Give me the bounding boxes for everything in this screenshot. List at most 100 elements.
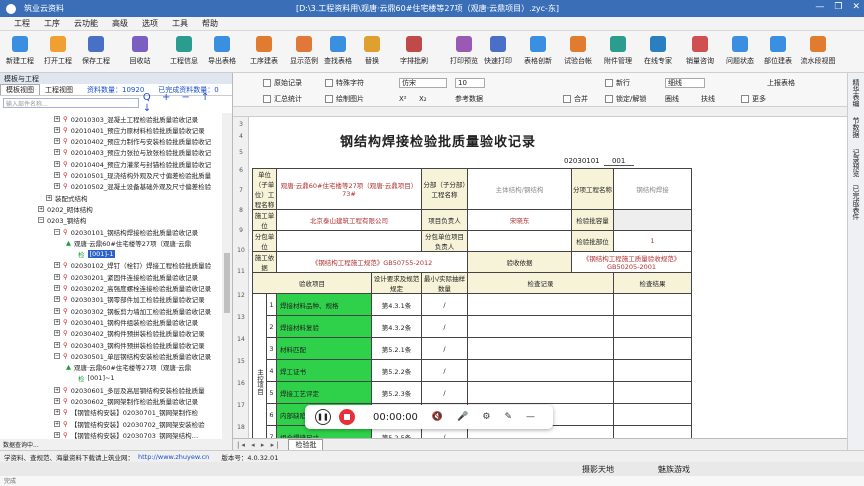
item-sample[interactable]: / xyxy=(421,359,468,382)
sub-pm-value[interactable] xyxy=(467,230,572,252)
toolbar-button-2[interactable]: 保存工程 xyxy=(78,34,114,66)
toolbar-button-6[interactable]: 工序建表 xyxy=(246,34,282,66)
toolbar-button-4[interactable]: 工程信息 xyxy=(166,34,202,66)
expand-toggle-icon[interactable]: + xyxy=(54,115,60,122)
tree-node[interactable]: + ⚲ 02010403_预应力张拉与放张检验批质量验收记 xyxy=(54,147,211,158)
expand-toggle-icon[interactable]: + xyxy=(54,330,60,337)
expand-toggle-icon[interactable]: + xyxy=(54,318,60,325)
item-sample[interactable]: / xyxy=(421,337,468,360)
expand-toggle-icon[interactable]: + xyxy=(54,285,60,291)
pause-icon[interactable]: ❚❚ xyxy=(315,409,331,425)
summary-stats-button[interactable]: 汇总统计 xyxy=(263,93,302,104)
special-char-button[interactable]: 特殊字符 xyxy=(325,77,364,88)
spreadsheet-area[interactable]: 3 4 5 6 7 8 9 10 11 12 13 14 15 16 17 18 钢结构焊接检验批质量验收记录… xyxy=(233,107,847,438)
item-sample[interactable]: / xyxy=(421,293,468,316)
mute-icon[interactable]: 🔇 xyxy=(432,412,443,422)
tree-node[interactable]: + ⚲ 【钢管结构安装】02030702_钢网架安装检验 xyxy=(54,418,205,429)
search-input[interactable]: 输入部件名称... xyxy=(3,97,139,108)
tree-scrollbar[interactable] xyxy=(222,113,232,445)
tree-node[interactable]: + 装配式结构 xyxy=(46,192,88,203)
item-number[interactable]: 2 xyxy=(266,315,277,338)
toolbar-button-15[interactable]: 附件管理 xyxy=(600,34,636,66)
status-url-link[interactable]: http://www.zhuyew.cn xyxy=(138,453,209,461)
item-number[interactable]: 7 xyxy=(266,425,277,438)
tree-node[interactable]: + ⚲ 02010502_混凝土设备基础外观及尺寸偏差检验 xyxy=(54,181,211,192)
tree-node[interactable]: + ⚲ 02030403_钢构件预拼装检验批质量验收记录 xyxy=(54,339,205,350)
capacity-value[interactable] xyxy=(613,209,692,231)
item-check-result[interactable] xyxy=(613,381,692,404)
strike-line-button[interactable]: 扶线 xyxy=(701,93,715,104)
item-spec[interactable]: 第4.3.1条 xyxy=(371,293,422,316)
expand-toggle-icon[interactable]: − xyxy=(54,352,60,359)
stop-icon[interactable] xyxy=(339,409,355,425)
toolbar-button-12[interactable]: 快速打印 xyxy=(480,34,516,66)
item-check-record[interactable] xyxy=(467,293,614,316)
toolbar-button-7[interactable]: 显示范例 xyxy=(286,34,322,66)
toolbar-button-18[interactable]: 问题状态 xyxy=(722,34,758,66)
item-check-record[interactable] xyxy=(467,315,614,338)
circle-line-button[interactable]: 圈线 xyxy=(665,93,679,104)
item-name[interactable]: 焊接材料复验 xyxy=(276,315,372,338)
tab-template-view[interactable]: 模板视图 xyxy=(0,84,40,95)
minimize-icon[interactable]: — xyxy=(815,2,824,12)
tree-node[interactable]: + ⚲ 02010401_预应力原材料检验批质量验收记录 xyxy=(54,124,205,135)
item-check-record[interactable] xyxy=(467,337,614,360)
toolbar-button-3[interactable]: 回收站 xyxy=(122,34,158,66)
item-value[interactable]: 钢结构焊接 xyxy=(613,168,692,210)
lock-unlock-button[interactable]: 锁定/解锁 xyxy=(605,93,646,104)
tree-node[interactable]: + ⚲ 02030602_钢网架制作检验批质量验收记录 xyxy=(54,396,198,407)
tree-node[interactable]: +0202_砌体结构 xyxy=(38,203,93,214)
tree-node[interactable]: + ⚲ 02030202_高强度螺栓连接检验批质量验收记录 xyxy=(54,283,211,294)
expand-toggle-icon[interactable]: + xyxy=(46,194,52,201)
expand-toggle-icon[interactable]: + xyxy=(54,149,60,156)
tree-node[interactable]: 检 [001]~1 xyxy=(78,373,115,384)
draw-picture-button[interactable]: 绘制图片 xyxy=(325,93,364,104)
item-number[interactable]: 4 xyxy=(266,359,277,382)
expand-toggle-icon[interactable]: + xyxy=(54,138,60,145)
basis-value[interactable]: 《钢结构工程施工规范》GB50755-2012 xyxy=(276,251,468,273)
pen-icon[interactable]: ✎ xyxy=(504,412,512,422)
menu-project[interactable]: 工程 xyxy=(14,18,30,29)
tree-action-buttons[interactable]: Q + − ↑ ↓ xyxy=(143,92,229,114)
minimize-recorder-icon[interactable]: — xyxy=(526,412,535,422)
expand-toggle-icon[interactable]: + xyxy=(54,126,60,133)
expand-toggle-icon[interactable]: + xyxy=(38,205,44,212)
construction-unit-value[interactable]: 北京泰山建筑工程有限公司 xyxy=(276,209,422,231)
expand-toggle-icon[interactable]: − xyxy=(54,228,60,235)
subcontract-value[interactable] xyxy=(276,230,422,252)
font-size-select[interactable]: 10 xyxy=(455,77,485,88)
menu-cloud[interactable]: 云功能 xyxy=(74,18,98,29)
expand-toggle-icon[interactable]: + xyxy=(54,183,60,190)
expand-toggle-icon[interactable]: − xyxy=(38,217,44,224)
expand-toggle-icon[interactable]: + xyxy=(54,341,60,348)
item-number[interactable]: 3 xyxy=(266,337,277,360)
item-spec[interactable]: 第4.3.2条 xyxy=(371,315,422,338)
tree-node[interactable]: + ⚲ 02030102_焊钉（栓钉）焊接工程检验批质量验 xyxy=(54,260,211,271)
menu-options[interactable]: 选项 xyxy=(142,18,158,29)
toolbar-button-8[interactable]: 查找表格 xyxy=(320,34,356,66)
menu-process[interactable]: 工序 xyxy=(44,18,60,29)
tree-node[interactable]: + ⚲ 02030401_钢构件组装检验批质量验收记录 xyxy=(54,316,198,327)
item-spec[interactable]: 第5.2.1条 xyxy=(371,337,422,360)
toolbar-button-13[interactable]: 表格创新 xyxy=(520,34,556,66)
expand-toggle-icon[interactable]: + xyxy=(54,398,60,404)
expand-toggle-icon[interactable]: + xyxy=(54,431,60,438)
item-spec[interactable]: 第5.2.2条 xyxy=(371,359,422,382)
toolbar-button-14[interactable]: 试验台帐 xyxy=(560,34,596,66)
taskbar-item-photo[interactable]: 摄影天地 xyxy=(582,464,614,475)
item-check-result[interactable] xyxy=(613,425,692,438)
item-number[interactable]: 5 xyxy=(266,381,277,404)
toolbar-button-17[interactable]: 销量咨询 xyxy=(682,34,718,66)
settings-icon[interactable]: ⚙ xyxy=(482,412,490,422)
item-name[interactable]: 焊工证书 xyxy=(276,359,372,382)
toolbar-button-11[interactable]: 打印预览 xyxy=(446,34,482,66)
expand-toggle-icon[interactable]: + xyxy=(54,307,60,314)
report-table-button[interactable]: 上报表格 xyxy=(767,77,795,88)
tree-node[interactable]: 检 [001]-1 xyxy=(78,249,116,260)
item-sample[interactable]: / xyxy=(421,315,468,338)
expand-toggle-icon[interactable]: + xyxy=(54,172,60,178)
close-icon[interactable]: ✕ xyxy=(852,2,860,12)
side-tab-1[interactable]: 精华表编 xyxy=(851,79,861,107)
sub-division-value[interactable]: 主体结构/钢结构 xyxy=(467,168,572,210)
toolbar-button-16[interactable]: 在线专家 xyxy=(640,34,676,66)
